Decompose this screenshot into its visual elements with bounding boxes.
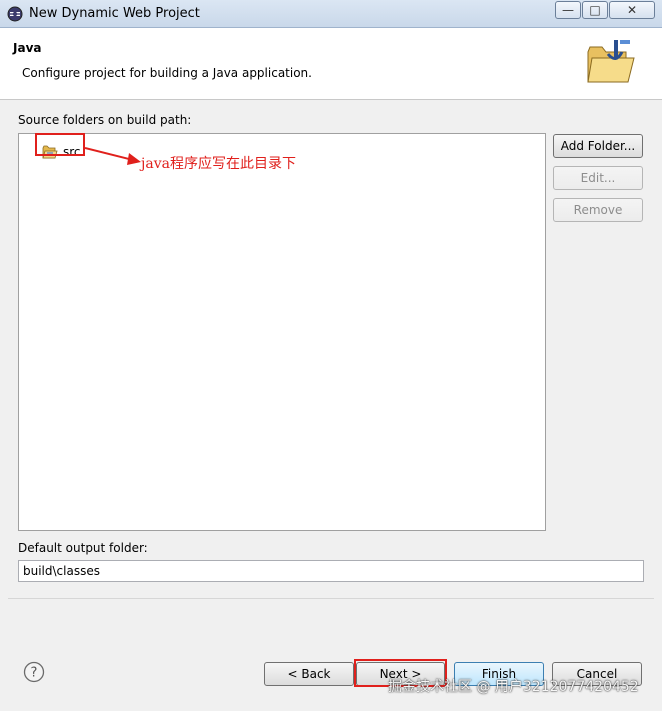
title-bar: New Dynamic Web Project — □ ✕ <box>0 0 662 28</box>
svg-text:?: ? <box>31 666 38 681</box>
annotation-text: java程序应写在此目录下 <box>141 156 296 172</box>
remove-button[interactable]: Remove <box>553 198 643 222</box>
maximize-icon: □ <box>589 3 601 17</box>
highlight-box <box>35 133 85 156</box>
page-description: Configure project for building a Java ap… <box>22 66 312 80</box>
window-title: New Dynamic Web Project <box>29 6 200 21</box>
wizard-header: Java Configure project for building a Ja… <box>0 28 662 100</box>
close-button[interactable]: ✕ <box>609 1 655 19</box>
add-folder-button[interactable]: Add Folder... <box>553 134 643 158</box>
edit-button[interactable]: Edit... <box>553 166 643 190</box>
close-icon: ✕ <box>626 3 638 17</box>
source-folders-label: Source folders on build path: <box>18 113 192 127</box>
watermark: 掘金技术社区 @ 用户3212077420452 <box>388 679 639 695</box>
arrow-icon <box>85 147 141 165</box>
minimize-button[interactable]: — <box>555 1 581 19</box>
folder-java-icon <box>587 40 635 83</box>
back-button[interactable]: < Back <box>264 662 354 686</box>
minimize-icon: — <box>562 3 574 17</box>
output-folder-label: Default output folder: <box>18 541 148 555</box>
source-folder-list[interactable]: src <box>18 133 546 531</box>
output-folder-field[interactable] <box>18 560 644 582</box>
footer-divider <box>8 598 654 599</box>
eclipse-app-icon <box>7 6 23 22</box>
maximize-button[interactable]: □ <box>582 1 608 19</box>
help-icon[interactable]: ? <box>23 661 45 683</box>
page-title: Java <box>13 41 42 55</box>
